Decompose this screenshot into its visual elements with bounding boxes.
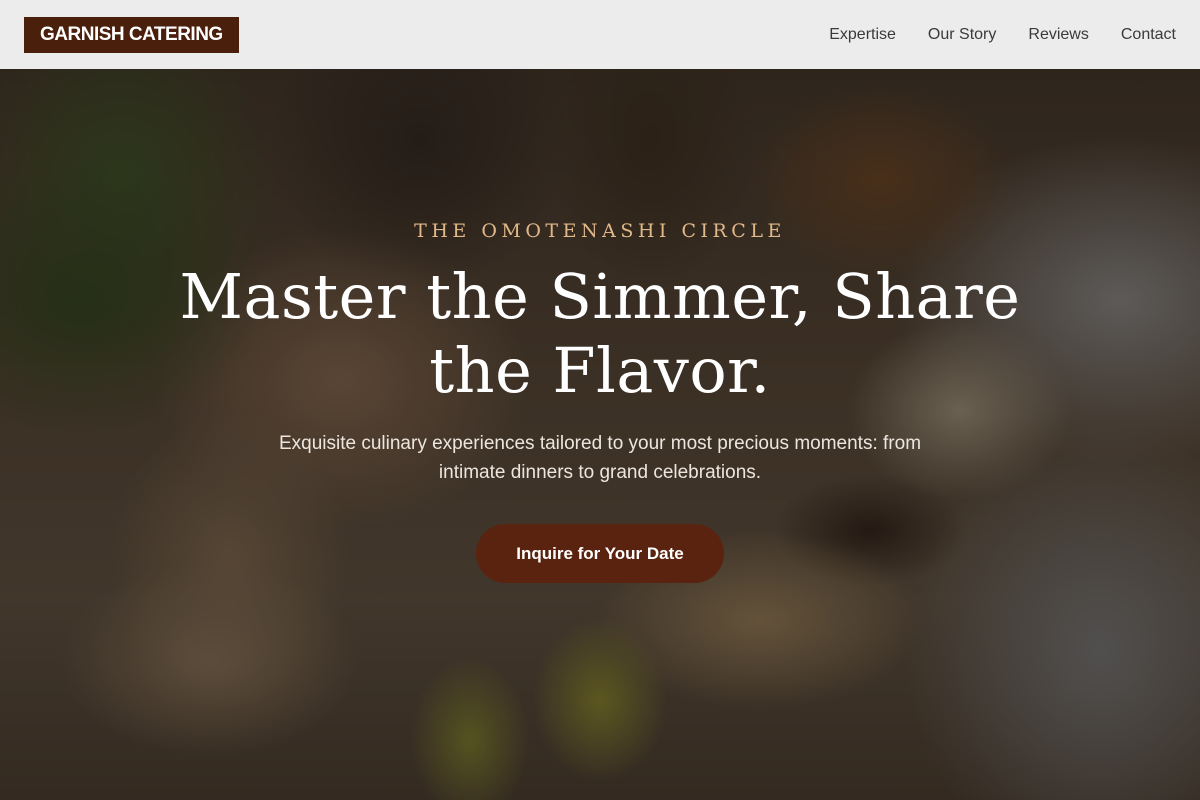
hero-section: THE OMOTENASHI CIRCLE Master the Simmer,… bbox=[0, 69, 1200, 800]
site-header: GARNISH CATERING Expertise Our Story Rev… bbox=[0, 0, 1200, 69]
inquire-button[interactable]: Inquire for Your Date bbox=[476, 524, 724, 583]
nav-link-contact[interactable]: Contact bbox=[1121, 26, 1176, 44]
hero-headline: Master the Simmer, Share the Flavor. bbox=[179, 260, 1021, 407]
hero-eyebrow: THE OMOTENASHI CIRCLE bbox=[414, 220, 786, 242]
nav-link-expertise[interactable]: Expertise bbox=[829, 26, 896, 44]
nav-link-reviews[interactable]: Reviews bbox=[1028, 26, 1088, 44]
logo[interactable]: GARNISH CATERING bbox=[24, 16, 239, 53]
main-nav: Expertise Our Story Reviews Contact bbox=[829, 26, 1176, 44]
hero-subtext: Exquisite culinary experiences tailored … bbox=[278, 433, 922, 483]
nav-link-our-story[interactable]: Our Story bbox=[928, 26, 996, 44]
